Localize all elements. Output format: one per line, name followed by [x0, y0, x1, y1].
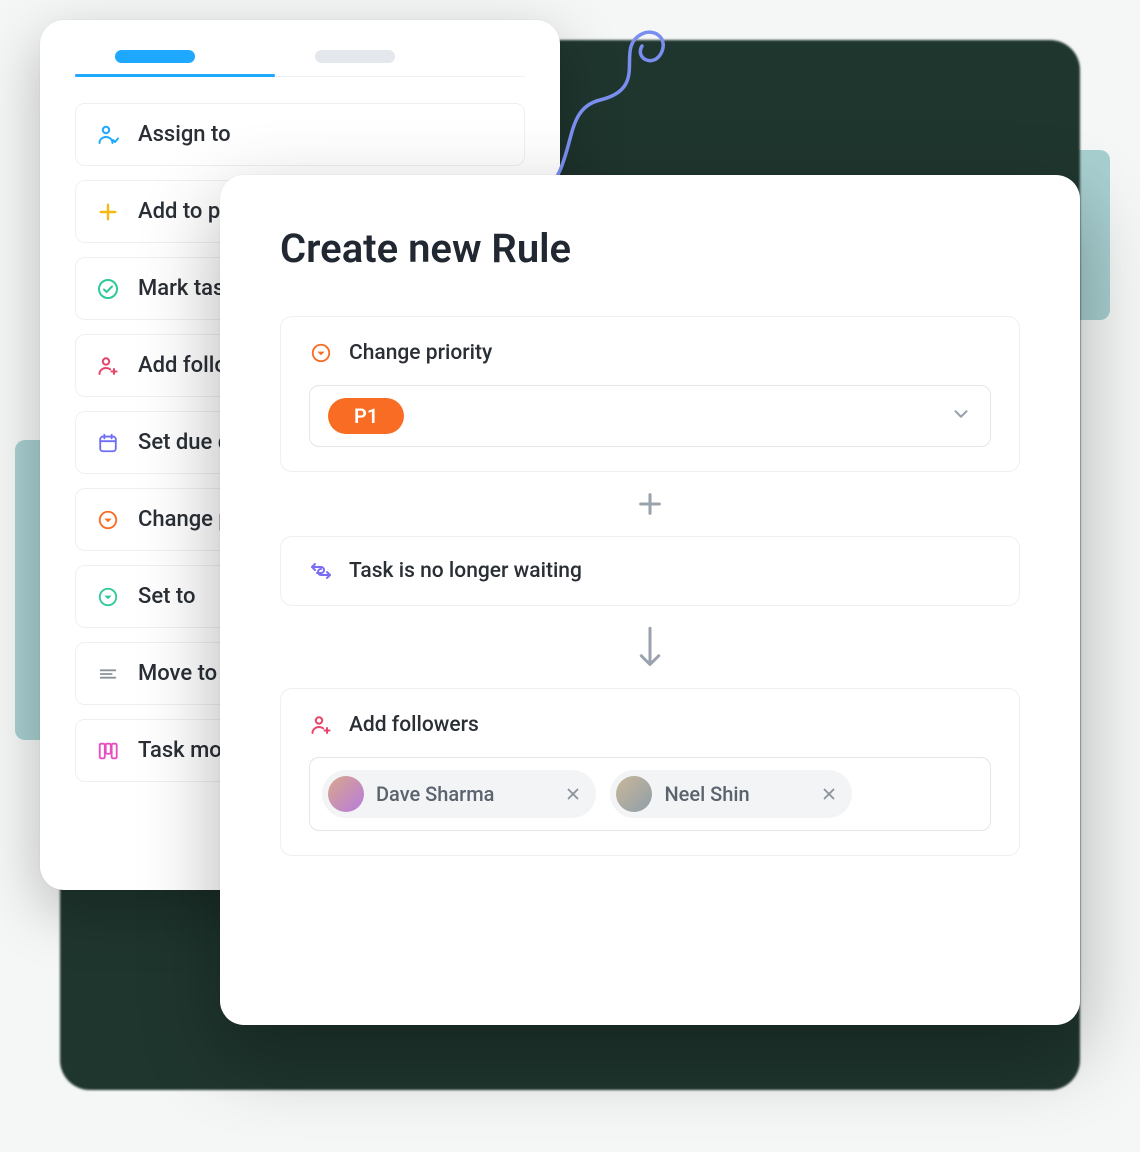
waiting-icon [309, 559, 333, 583]
set-to-icon [96, 585, 120, 609]
board-icon [96, 739, 120, 763]
follower-name: Dave Sharma [376, 782, 494, 806]
rule-change-priority-card: Change priority P1 [280, 316, 1020, 472]
tab-inactive[interactable] [315, 50, 395, 63]
follower-name: Neel Shin [664, 782, 749, 806]
action-label: Move to [138, 661, 217, 686]
check-circle-icon [96, 277, 120, 301]
rule-header: Task is no longer waiting [309, 559, 991, 583]
action-label: Set to [138, 584, 195, 609]
priority-down-icon [96, 508, 120, 532]
flow-arrow-icon [280, 606, 1020, 688]
chevron-down-icon [950, 403, 972, 429]
action-label: Assign to [138, 122, 231, 147]
followers-input[interactable]: Dave Sharma Neel Shin [309, 757, 991, 831]
rule-waiting-card[interactable]: Task is no longer waiting [280, 536, 1020, 606]
priority-select[interactable]: P1 [309, 385, 991, 447]
add-step-button[interactable] [280, 472, 1020, 536]
modal-title: Create new Rule [280, 225, 1020, 272]
remove-follower-icon[interactable] [820, 785, 838, 803]
priority-chip: P1 [328, 398, 404, 434]
add-person-icon [309, 713, 333, 737]
avatar [328, 776, 364, 812]
calendar-icon [96, 431, 120, 455]
action-assign-to[interactable]: Assign to [75, 103, 525, 166]
assign-person-icon [96, 123, 120, 147]
rule-add-followers-label: Add followers [349, 713, 479, 737]
rule-waiting-label: Task is no longer waiting [349, 559, 582, 583]
follower-chip: Dave Sharma [322, 770, 596, 818]
rule-header: Add followers [309, 713, 991, 737]
follower-chip: Neel Shin [610, 770, 851, 818]
remove-follower-icon[interactable] [564, 785, 582, 803]
priority-down-icon [309, 341, 333, 365]
tab-underline [75, 74, 275, 77]
rule-header-label: Change priority [349, 341, 492, 365]
move-icon [96, 662, 120, 686]
rule-header: Change priority [309, 341, 991, 365]
tab-bar [75, 50, 525, 77]
plus-icon [96, 200, 120, 224]
add-person-icon [96, 354, 120, 378]
tab-active[interactable] [115, 50, 195, 63]
avatar [616, 776, 652, 812]
rule-add-followers-card: Add followers Dave Sharma Neel Shin [280, 688, 1020, 856]
create-rule-modal: Create new Rule Change priority P1 [220, 175, 1080, 1025]
